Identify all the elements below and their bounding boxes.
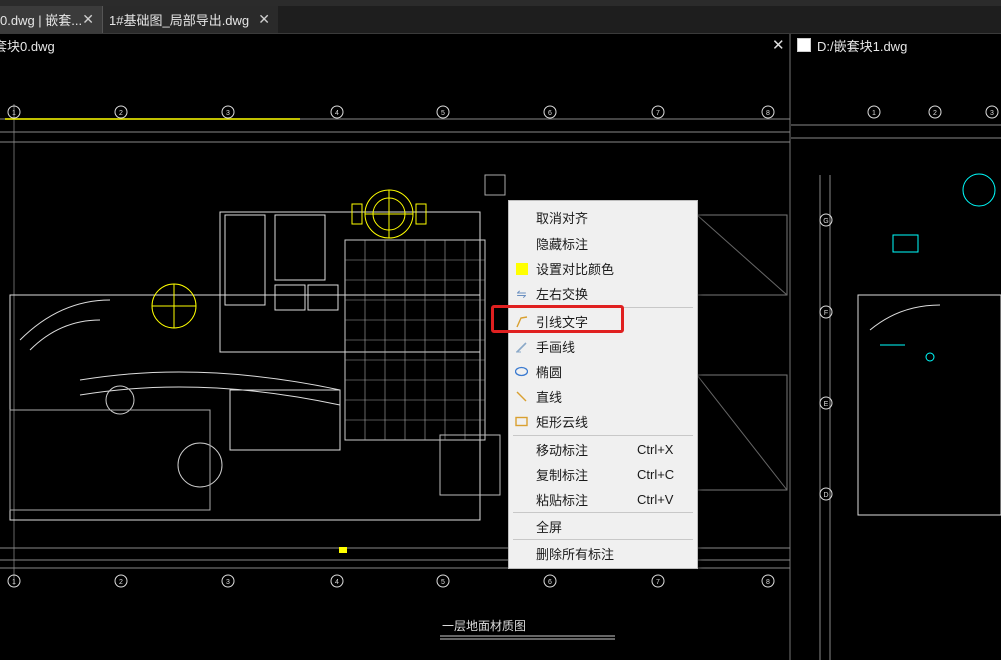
tab-label: 0.dwg | 嵌套... — [0, 13, 83, 28]
menu-item-paste-annotation[interactable]: 粘贴标注 Ctrl+V — [509, 487, 697, 512]
menu-item-label: 左右交换 — [536, 287, 589, 302]
menu-item-move-annotation[interactable]: 移动标注 Ctrl+X — [509, 437, 697, 462]
menu-item-swap-left-right[interactable]: ⇋ 左右交换 — [509, 281, 697, 306]
right-pane-header: D:/嵌套块1.dwg — [797, 34, 1001, 56]
tab-label: 1#基础图_局部导出.dwg — [109, 13, 250, 28]
menu-item-set-compare-color[interactable]: 设置对比颜色 — [509, 256, 697, 281]
rect-cloud-icon — [515, 415, 528, 428]
menu-separator — [513, 539, 693, 540]
close-icon[interactable]: ✕ — [82, 11, 94, 28]
swap-arrows-icon: ⇋ — [516, 286, 527, 301]
menu-item-delete-all-annotations[interactable]: 删除所有标注 — [509, 541, 697, 566]
axis-label: 7 — [656, 579, 660, 586]
menu-item-label: 删除所有标注 — [536, 547, 615, 562]
menu-separator — [513, 435, 693, 436]
menu-item-ellipse[interactable]: 椭圆 — [509, 359, 697, 384]
axis-label: 2 — [119, 579, 123, 586]
menu-item-shortcut: Ctrl+C — [637, 467, 675, 482]
menu-item-label: 矩形云线 — [536, 415, 589, 430]
menu-separator — [513, 512, 693, 513]
menu-item-label: 手画线 — [536, 340, 576, 355]
menu-item-hide-annotations[interactable]: 隐藏标注 — [509, 231, 697, 256]
axis-label: 3 — [990, 110, 994, 117]
menu-item-cancel-align[interactable]: 取消对齐 — [509, 205, 697, 230]
tab-nested-block0[interactable]: 0.dwg | 嵌套... ✕ — [0, 6, 102, 33]
right-floor-plan — [791, 124, 1001, 660]
axis-label: 2 — [119, 110, 123, 117]
axis-label: 6 — [548, 579, 552, 586]
menu-item-label: 全屏 — [536, 520, 563, 535]
tab-bar: 0.dwg | 嵌套... ✕ 1#基础图_局部导出.dwg ✕ — [0, 6, 1001, 34]
menu-item-label: 隐藏标注 — [536, 237, 589, 252]
axis-label: E — [824, 401, 829, 408]
line-icon — [515, 390, 528, 403]
menu-item-freehand[interactable]: 手画线 — [509, 334, 697, 359]
menu-item-label: 椭圆 — [536, 365, 563, 380]
axis-label: 1 — [12, 110, 16, 117]
right-pane-title: D:/嵌套块1.dwg — [817, 38, 908, 54]
axis-label: 4 — [335, 110, 339, 117]
left-pane-header: 套块0.dwg — [0, 34, 790, 56]
menu-item-label: 移动标注 — [536, 443, 589, 458]
menu-item-label: 设置对比颜色 — [536, 262, 615, 277]
menu-item-label: 粘贴标注 — [536, 493, 589, 508]
axis-label: 1 — [872, 110, 876, 117]
context-menu: 取消对齐 隐藏标注 设置对比颜色 ⇋ 左右交换 引线文字 手画线 椭圆 直线 矩… — [508, 200, 698, 569]
menu-item-shortcut: Ctrl+V — [637, 492, 674, 507]
axis-label: 2 — [933, 110, 937, 117]
close-icon[interactable]: ✕ — [772, 36, 785, 54]
menu-item-shortcut: Ctrl+X — [637, 442, 674, 457]
left-pane-title: 套块0.dwg — [0, 38, 55, 54]
menu-item-fullscreen[interactable]: 全屏 — [509, 514, 697, 539]
menu-item-line[interactable]: 直线 — [509, 384, 697, 409]
axis-label: 5 — [441, 579, 445, 586]
menu-item-label: 复制标注 — [536, 468, 589, 483]
axis-label: 5 — [441, 110, 445, 117]
axis-label: 4 — [335, 579, 339, 586]
axis-label: G — [823, 218, 828, 225]
ellipse-icon — [515, 365, 528, 378]
axis-label: 8 — [766, 110, 770, 117]
yellow-square-icon — [515, 262, 528, 275]
menu-item-rect-cloud[interactable]: 矩形云线 — [509, 409, 697, 434]
drawing-caption: 一层地面材质图 — [442, 619, 527, 633]
axis-label: 8 — [766, 579, 770, 586]
axis-label: 3 — [226, 110, 230, 117]
axis-label: D — [823, 492, 828, 499]
pane-checkbox[interactable] — [797, 38, 811, 52]
highlight-box — [491, 305, 624, 333]
axis-label: 1 — [12, 579, 16, 586]
axis-label: 7 — [656, 110, 660, 117]
menu-item-label: 直线 — [536, 390, 563, 405]
freehand-pen-icon — [515, 340, 528, 353]
close-icon[interactable]: ✕ — [258, 11, 270, 28]
axis-label: 6 — [548, 110, 552, 117]
tab-foundation-export[interactable]: 1#基础图_局部导出.dwg ✕ — [102, 6, 278, 33]
axis-label: 3 — [226, 579, 230, 586]
axis-label: F — [824, 310, 828, 317]
menu-item-label: 取消对齐 — [536, 211, 589, 226]
right-axis-bubbles — [819, 105, 999, 501]
menu-item-copy-annotation[interactable]: 复制标注 Ctrl+C — [509, 462, 697, 487]
cad-canvas[interactable]: 1 2 3 4 5 6 7 8 1 2 3 4 5 6 7 8 1 2 3 G — [0, 56, 1001, 660]
